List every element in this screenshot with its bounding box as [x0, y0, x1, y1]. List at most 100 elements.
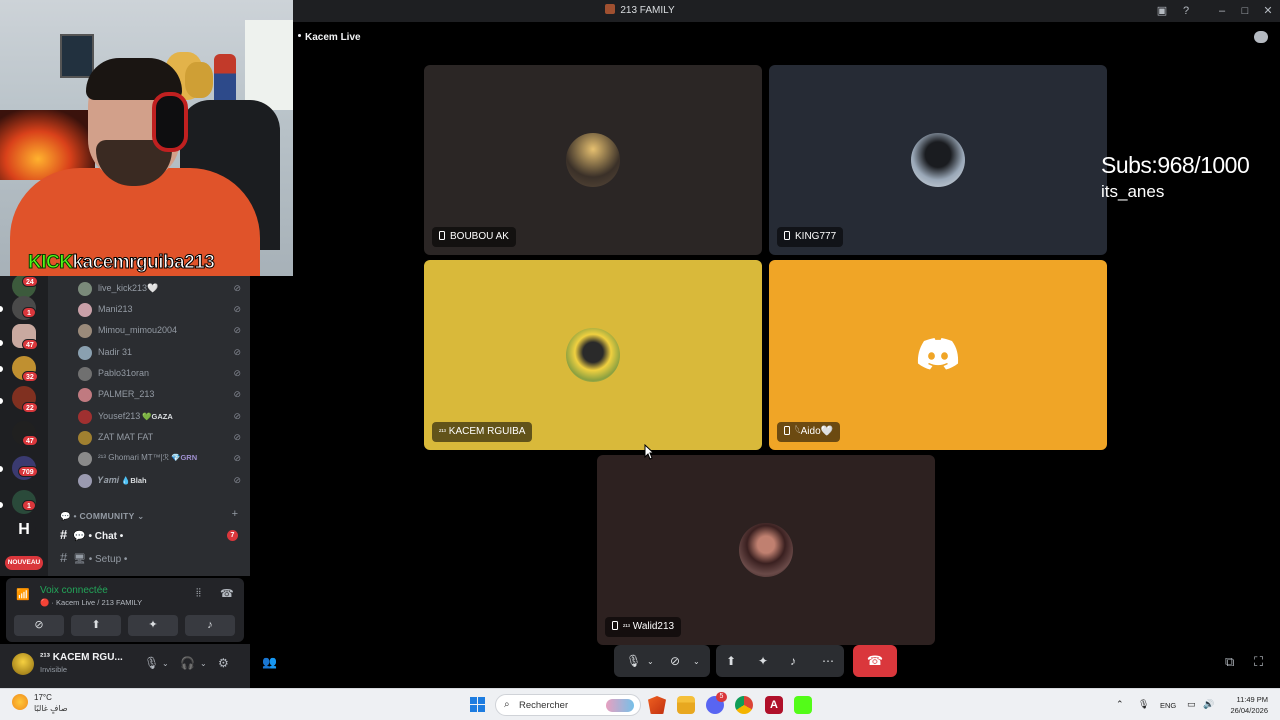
start-button[interactable]	[470, 697, 486, 713]
voice-member-name: Mani213	[98, 304, 133, 314]
weather-temperature[interactable]: 17°C	[34, 693, 52, 702]
headphones-icon[interactable]: 🎧	[180, 656, 195, 670]
voice-member[interactable]: PALMER_213 ⊘	[78, 386, 243, 404]
guild-unread-pill	[0, 502, 3, 508]
voice-member[interactable]: ZAT MAT FAT ⊘	[78, 429, 243, 447]
add-friend-icon[interactable]: 👥	[262, 655, 277, 669]
voice-channel-label: Kacem Live	[298, 32, 361, 43]
category-community[interactable]: 💬 • COMMUNITY ⌄	[60, 511, 145, 522]
chevron-up-icon[interactable]: ⌄	[693, 657, 700, 666]
voice-member[interactable]: Nadir 31 ⊘	[78, 344, 243, 362]
activities-button[interactable]: ✦	[128, 615, 178, 636]
hash-icon: #	[60, 550, 68, 565]
kick-logo-text: KICK	[27, 252, 73, 274]
participant-tile[interactable]: 𓆩Aido🤍	[769, 260, 1107, 450]
avatar[interactable]	[12, 653, 34, 675]
microphone-icon[interactable]: 🎙	[626, 654, 641, 668]
share-screen-icon[interactable]: ⬆	[726, 654, 736, 668]
add-channel-icon[interactable]: +	[232, 508, 238, 520]
camera-off-icon[interactable]: ⊘	[670, 654, 680, 668]
new-badge[interactable]: NOUVEAU	[5, 556, 43, 570]
dot-icon	[298, 34, 301, 37]
help-icon[interactable]: ?	[1178, 3, 1194, 19]
voice-member[interactable]: live_kick213🤍 ⊘	[78, 280, 243, 298]
adobe-app-icon[interactable]: A	[765, 696, 783, 714]
maximize-icon[interactable]: □	[1237, 3, 1253, 19]
avatar	[78, 282, 92, 296]
pop-out-icon[interactable]: ⧉	[1225, 654, 1234, 670]
taskbar-search[interactable]: ⌕ Rechercher	[495, 694, 641, 716]
user-name[interactable]: ²¹³ KACEM RGU...	[40, 652, 123, 663]
share-screen-button[interactable]: ⬆	[71, 615, 121, 636]
mobile-phone-icon	[784, 231, 790, 240]
user-status: Invisible	[40, 665, 68, 674]
chat-bubble-icon[interactable]	[1254, 31, 1268, 43]
voice-member[interactable]: Mani213 ⊘	[78, 301, 243, 319]
more-options-icon[interactable]: ⋯	[822, 654, 834, 668]
guild-unread-pill	[0, 366, 3, 372]
fullscreen-icon[interactable]: ⛶	[1254, 654, 1263, 670]
deafen-icon: ⊘	[233, 389, 241, 399]
clock-time: 11:49 PM	[1236, 695, 1268, 704]
voice-member[interactable]: 𝒀𝒂𝒎𝒊 💧Blah ⊘	[78, 472, 243, 490]
chevron-down-icon[interactable]: ⌄	[200, 659, 207, 668]
soundboard-button[interactable]: ♪	[185, 615, 235, 636]
tray-chevron-up-icon[interactable]: ⌃	[1116, 699, 1124, 710]
voice-member[interactable]: ²¹³ Ghomari MT™|ℛ 💎GRN ⊘	[78, 450, 243, 468]
guild-unread-pill	[0, 466, 3, 472]
system-clock[interactable]: 11:49 PM 26/04/2026	[1226, 694, 1268, 716]
screen-icon[interactable]: ▣	[1154, 3, 1170, 19]
camera-toggle-button[interactable]: ⊘	[14, 615, 64, 636]
channel-chat[interactable]: # 💬 • Chat •	[60, 527, 123, 542]
brave-browser-icon[interactable]	[648, 696, 666, 714]
settings-gear-icon[interactable]: ⚙	[218, 656, 229, 670]
guild-badge: 1	[22, 307, 36, 318]
noise-suppression-icon[interactable]: ⦙⦙	[196, 587, 201, 600]
channel-setup[interactable]: # 🖥 • Setup •	[60, 550, 127, 565]
chrome-icon[interactable]	[735, 696, 753, 714]
voice-member-name-text: Yousef213	[98, 411, 141, 421]
disconnect-icon[interactable]: ☎	[220, 587, 234, 600]
voice-member[interactable]: Pablo31oran ⊘	[78, 365, 243, 383]
avatar	[911, 133, 965, 187]
network-icon[interactable]: ▭	[1187, 699, 1196, 710]
guild-badge: 24	[22, 276, 38, 287]
participant-name-tag: ²¹³ Walid213	[605, 617, 682, 637]
participant-tile[interactable]: BOUBOU AK	[424, 65, 762, 255]
avatar	[78, 367, 92, 381]
avatar	[566, 328, 620, 382]
voice-status[interactable]: Voix connectée	[40, 585, 108, 596]
participant-tile[interactable]: ²¹³ Walid213	[597, 455, 935, 645]
chevron-down-icon[interactable]: ⌄	[162, 659, 169, 668]
voice-location[interactable]: 🔴 · Kacem Live / 213 FAMILY	[40, 598, 142, 607]
hang-up-button[interactable]: ☎	[853, 645, 897, 677]
volume-icon[interactable]: 🔊	[1203, 699, 1214, 710]
guild-icon[interactable]: H	[12, 518, 36, 542]
close-icon[interactable]: ✕	[1260, 3, 1276, 19]
participant-tile[interactable]: KING777	[769, 65, 1107, 255]
deafen-icon: ⊘	[233, 432, 241, 442]
channel-name: Chat	[94, 531, 117, 542]
guild-badge: 1	[22, 500, 36, 511]
file-explorer-icon[interactable]	[677, 696, 695, 714]
activities-icon[interactable]: ✦	[758, 654, 768, 668]
kick-app-icon[interactable]	[794, 696, 812, 714]
member-tag: 💚GAZA	[142, 412, 173, 421]
window-title-text: 213 FAMILY	[620, 5, 675, 16]
soundboard-icon[interactable]: ♪	[790, 654, 796, 668]
name-prefix: ²¹³	[439, 429, 446, 436]
voice-member[interactable]: Mimou_mimou2004 ⊘	[78, 322, 243, 340]
user-panel: ²¹³ KACEM RGU... Invisible 🎙 ⌄ 🎧 ⌄ ⚙	[0, 644, 250, 688]
tray-microphone-icon[interactable]: 🎙	[1138, 699, 1149, 710]
participant-name: KACEM RGUIBA	[448, 426, 526, 437]
voice-member[interactable]: Yousef213 💚GAZA ⊘	[78, 408, 243, 426]
mouse-cursor-icon	[644, 444, 654, 460]
input-language[interactable]: ENG	[1160, 701, 1176, 710]
weather-sun-icon[interactable]	[12, 694, 28, 710]
minimize-icon[interactable]: –	[1214, 3, 1230, 19]
participant-name: Aido🤍	[800, 426, 834, 437]
clock-date: 26/04/2026	[1230, 706, 1268, 715]
participant-tile[interactable]: ²¹³ KACEM RGUIBA	[424, 260, 762, 450]
chevron-up-icon[interactable]: ⌄	[647, 657, 654, 666]
microphone-icon[interactable]: 🎙	[144, 656, 159, 670]
